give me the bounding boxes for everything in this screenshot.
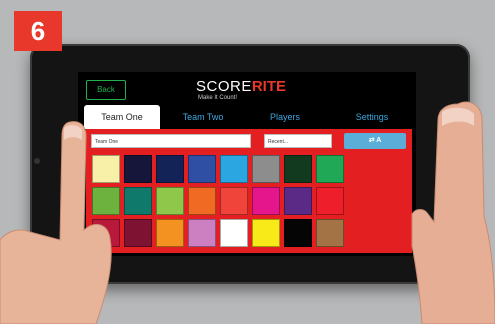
color-swatch[interactable] bbox=[220, 187, 248, 215]
color-swatch[interactable] bbox=[284, 155, 312, 183]
color-swatch[interactable] bbox=[316, 155, 344, 183]
color-swatch[interactable] bbox=[252, 155, 280, 183]
swap-button[interactable]: ⇄ A bbox=[344, 133, 406, 149]
color-swatch[interactable] bbox=[124, 187, 152, 215]
color-swatch[interactable] bbox=[156, 219, 184, 247]
back-button[interactable]: Back bbox=[86, 80, 126, 100]
logo-rite-text: RITE bbox=[251, 78, 287, 95]
color-swatch[interactable] bbox=[220, 219, 248, 247]
step-number-badge: 6 bbox=[14, 11, 62, 51]
right-hand bbox=[411, 101, 495, 324]
logo-tagline: Make It Count! bbox=[198, 95, 238, 101]
color-swatch[interactable] bbox=[252, 187, 280, 215]
color-swatch[interactable] bbox=[220, 155, 248, 183]
team-tabs: Team One Team Two Players Settings bbox=[78, 105, 416, 129]
color-swatch[interactable] bbox=[156, 187, 184, 215]
color-swatch[interactable] bbox=[252, 219, 280, 247]
color-swatch[interactable] bbox=[156, 155, 184, 183]
team-color-panel: Team One Recent... ⇄ A bbox=[86, 129, 412, 253]
color-swatch[interactable] bbox=[188, 187, 216, 215]
color-swatch[interactable] bbox=[316, 219, 344, 247]
left-hand bbox=[0, 121, 112, 324]
recent-dropdown[interactable]: Recent... bbox=[264, 134, 332, 148]
scorerite-logo: SCORERITE Make It Count! bbox=[196, 78, 316, 104]
tab-settings[interactable]: Settings bbox=[334, 105, 410, 129]
color-swatch[interactable] bbox=[284, 219, 312, 247]
tablet-screen: Back SCORERITE Make It Count! Team One T… bbox=[78, 72, 416, 256]
tablet-photo: Back SCORERITE Make It Count! Team One T… bbox=[0, 0, 495, 324]
tab-team-two[interactable]: Team Two bbox=[168, 105, 238, 129]
color-swatch[interactable] bbox=[124, 155, 152, 183]
color-swatch[interactable] bbox=[124, 219, 152, 247]
color-swatch[interactable] bbox=[188, 155, 216, 183]
color-swatch[interactable] bbox=[284, 187, 312, 215]
color-swatch[interactable] bbox=[316, 187, 344, 215]
color-swatch-grid bbox=[92, 155, 370, 247]
logo-score-text: SCORE bbox=[196, 78, 252, 95]
tab-players[interactable]: Players bbox=[250, 105, 320, 129]
color-swatch[interactable] bbox=[188, 219, 216, 247]
